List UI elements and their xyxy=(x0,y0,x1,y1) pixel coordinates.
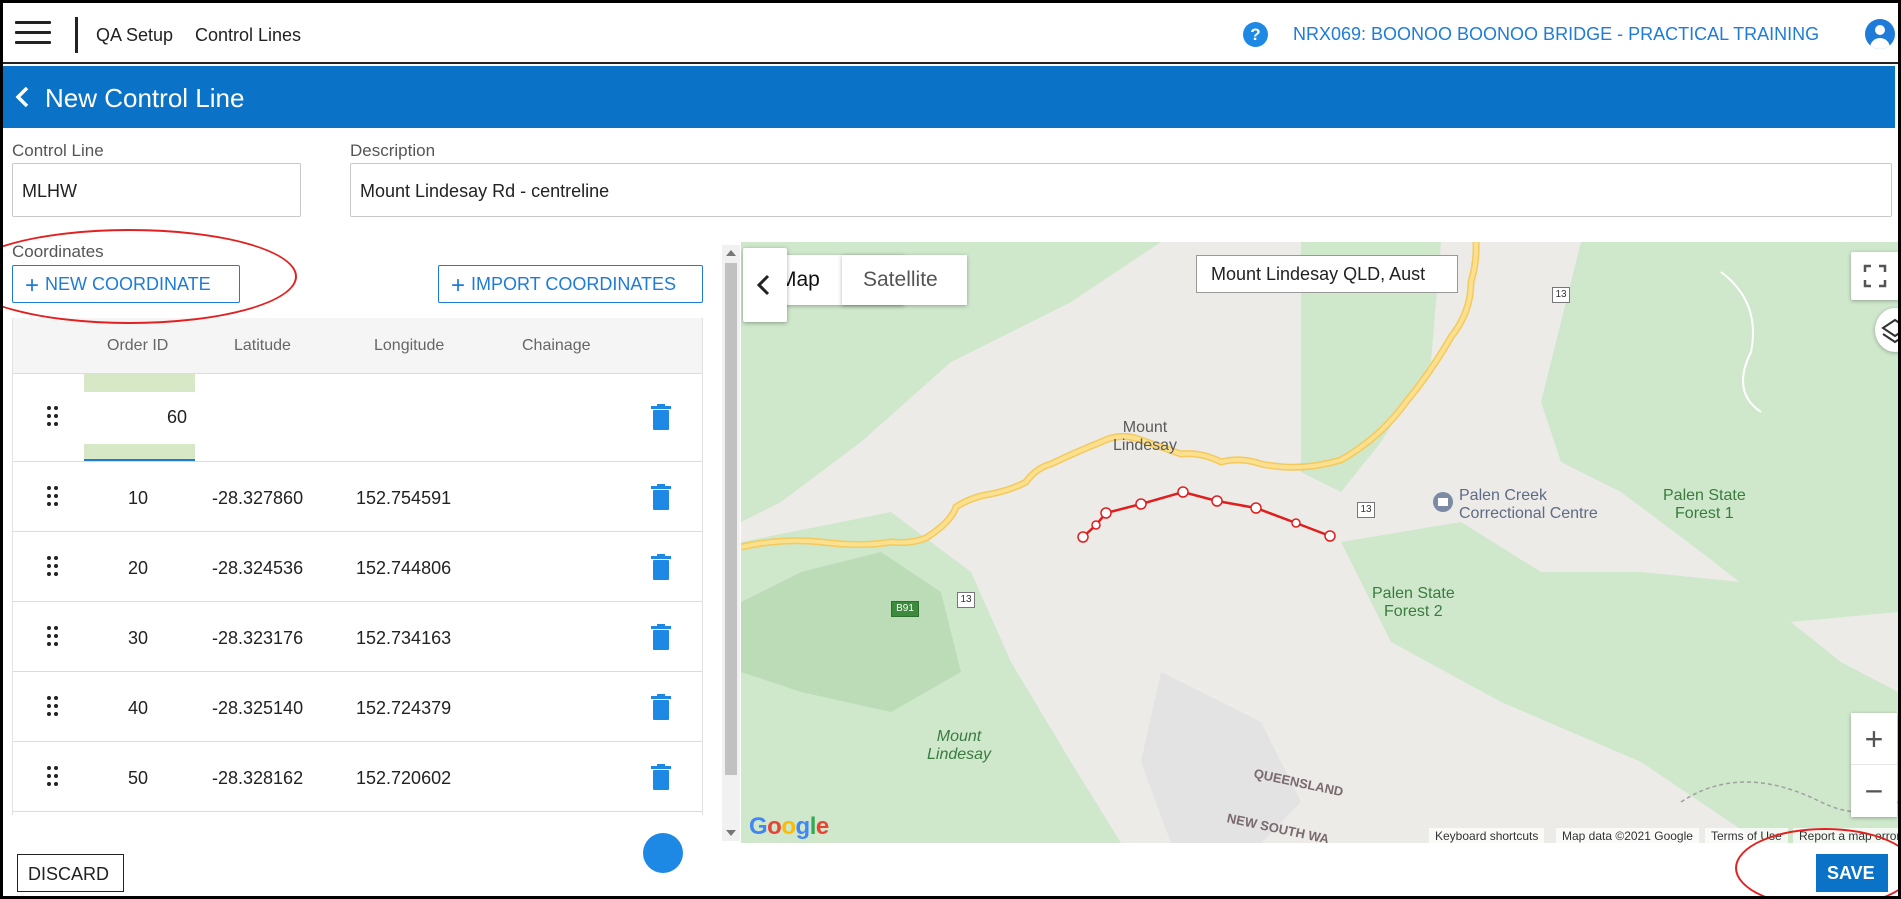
longitude-cell: 152.734163 xyxy=(356,628,452,648)
latitude-cell: -28.327860 xyxy=(212,488,304,508)
map-label-palen-creek: Palen Creek Correctional Centre xyxy=(1459,487,1598,522)
map-label-palen-forest-1: Palen State Forest 1 xyxy=(1663,487,1746,522)
map-label-mount-lindesay: Mount Lindesay xyxy=(1113,419,1178,454)
zoom-control: + − xyxy=(1851,713,1897,817)
latitude-cell: -28.325140 xyxy=(212,698,304,718)
column-chainage[interactable]: Chainage xyxy=(522,337,591,355)
drag-handle-icon[interactable] xyxy=(47,766,61,788)
fullscreen-icon xyxy=(1863,264,1887,288)
drag-handle-icon[interactable] xyxy=(47,486,61,508)
route-shield-13: 13 xyxy=(1357,502,1375,518)
route-shield-13: 13 xyxy=(1552,287,1570,303)
page-header: New Control Line xyxy=(3,66,1895,128)
chevron-left-icon xyxy=(756,274,770,296)
table-row: 40 -28.325140 152.724379 xyxy=(13,672,702,742)
new-coordinate-button[interactable]: + NEW COORDINATE xyxy=(12,265,240,303)
import-coordinates-label: IMPORT COORDINATES xyxy=(471,274,677,294)
new-coordinate-label: NEW COORDINATE xyxy=(45,274,211,294)
map-search-input[interactable]: Mount Lindesay QLD, Aust xyxy=(1196,255,1458,293)
plus-icon: + xyxy=(451,272,466,299)
column-latitude[interactable]: Latitude xyxy=(234,337,291,355)
map-data-attribution: Map data ©2021 Google xyxy=(1556,828,1699,843)
help-icon[interactable]: ? xyxy=(1243,22,1268,47)
description-input[interactable]: Mount Lindesay Rd - centreline xyxy=(350,163,1892,217)
longitude-cell: 152.724379 xyxy=(356,698,452,718)
latitude-cell: -28.324536 xyxy=(212,558,304,578)
longitude-cell: 152.754591 xyxy=(356,488,452,508)
table-row-editing: 60 xyxy=(13,374,702,462)
back-arrow-icon[interactable] xyxy=(11,83,37,111)
layers-button[interactable] xyxy=(1875,308,1898,352)
map-label-palen-forest-2: Palen State Forest 2 xyxy=(1372,585,1455,620)
scroll-thumb[interactable] xyxy=(725,263,737,775)
fullscreen-button[interactable] xyxy=(1851,252,1898,300)
order-id-cell: 50 xyxy=(128,768,149,788)
trash-icon[interactable] xyxy=(651,694,671,720)
control-line-input[interactable]: MLHW xyxy=(12,163,301,217)
panel-scrollbar[interactable] xyxy=(722,245,740,841)
layers-icon xyxy=(1881,318,1898,344)
coordinates-table: Order ID Latitude Longitude Chainage 60 … xyxy=(12,318,703,815)
report-map-error-link[interactable]: Report a map error xyxy=(1793,828,1898,843)
coordinates-label: Coordinates xyxy=(12,242,104,261)
google-logo: Google xyxy=(749,813,829,840)
order-id-input[interactable]: 60 xyxy=(84,374,195,462)
order-id-value: 60 xyxy=(166,407,187,427)
latitude-cell: -28.328162 xyxy=(212,768,304,788)
latitude-cell: -28.323176 xyxy=(212,628,304,648)
drag-handle-icon[interactable] xyxy=(47,406,61,428)
footer-bar: DISCARD SAVE xyxy=(3,843,1898,896)
scroll-down-arrow-icon[interactable] xyxy=(726,830,736,836)
order-id-cell: 40 xyxy=(128,698,149,718)
drag-handle-icon[interactable] xyxy=(47,626,61,648)
top-bar: QA Setup Control Lines ? NRX069: BOONOO … xyxy=(3,3,1898,64)
description-label: Description xyxy=(350,141,436,160)
drag-handle-icon[interactable] xyxy=(47,556,61,578)
scroll-up-arrow-icon[interactable] xyxy=(726,250,736,256)
order-id-cell: 30 xyxy=(128,628,149,648)
trash-icon[interactable] xyxy=(651,484,671,510)
panel-collapse-button[interactable] xyxy=(743,248,787,322)
floating-action-button[interactable] xyxy=(643,833,683,873)
zoom-in-button[interactable]: + xyxy=(1851,713,1897,765)
breadcrumb-control-lines[interactable]: Control Lines xyxy=(195,25,301,46)
project-name[interactable]: NRX069: BOONOO BOONOO BRIDGE - PRACTICAL… xyxy=(1293,24,1819,45)
breadcrumb-qa-setup[interactable]: QA Setup xyxy=(96,25,173,46)
trash-icon[interactable] xyxy=(651,554,671,580)
zoom-out-button[interactable]: − xyxy=(1851,765,1897,817)
table-row: 30 -28.323176 152.734163 xyxy=(13,602,702,672)
column-order-id[interactable]: Order ID xyxy=(107,337,168,355)
user-account-icon[interactable] xyxy=(1865,19,1895,49)
route-shield-b91: B91 xyxy=(891,601,919,617)
order-id-cell: 10 xyxy=(128,488,149,508)
longitude-cell: 152.744806 xyxy=(356,558,452,578)
control-line-label: Control Line xyxy=(12,141,104,160)
trash-icon[interactable] xyxy=(651,624,671,650)
table-row: 20 -28.324536 152.744806 xyxy=(13,532,702,602)
trash-icon[interactable] xyxy=(651,404,671,430)
table-header: Order ID Latitude Longitude Chainage xyxy=(13,318,702,374)
menu-icon[interactable] xyxy=(15,21,51,49)
map-view[interactable]: Map Satellite Mount Lindesay QLD, Aust +… xyxy=(741,242,1898,843)
discard-button[interactable]: DISCARD xyxy=(17,854,124,892)
column-longitude[interactable]: Longitude xyxy=(374,337,444,355)
page-title: New Control Line xyxy=(45,83,245,113)
divider xyxy=(75,17,78,53)
order-id-cell: 20 xyxy=(128,558,149,578)
map-type-satellite-button[interactable]: Satellite xyxy=(842,255,967,305)
table-row: 10 -28.327860 152.754591 xyxy=(13,462,702,532)
drag-handle-icon[interactable] xyxy=(47,696,61,718)
table-row: 50 -28.328162 152.720602 xyxy=(13,742,702,812)
map-label-mount-lindesay-park: Mount Lindesay xyxy=(927,728,992,763)
trash-icon[interactable] xyxy=(651,764,671,790)
longitude-cell: 152.720602 xyxy=(356,768,452,788)
import-coordinates-button[interactable]: + IMPORT COORDINATES xyxy=(438,265,703,303)
plus-icon: + xyxy=(25,272,40,299)
save-button[interactable]: SAVE xyxy=(1816,854,1888,892)
keyboard-shortcuts-link[interactable]: Keyboard shortcuts xyxy=(1429,828,1545,843)
terms-of-use-link[interactable]: Terms of Use xyxy=(1705,828,1788,843)
route-shield-13: 13 xyxy=(957,592,975,608)
map-terrain xyxy=(741,242,1898,843)
